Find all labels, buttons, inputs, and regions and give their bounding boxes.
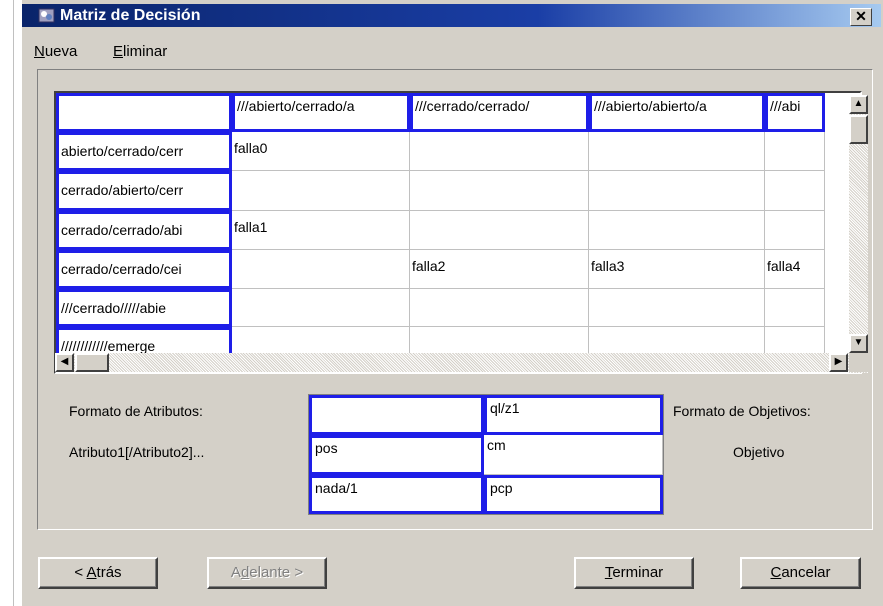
scroll-down-button[interactable]: ▼ xyxy=(849,334,868,353)
scroll-up-button[interactable]: ▲ xyxy=(849,95,868,114)
arrow-up-icon: ▲ xyxy=(853,98,864,109)
decision-matrix-grid[interactable]: ///abierto/cerrado/a///cerrado/cerrado//… xyxy=(54,91,862,374)
scrollbar-corner xyxy=(849,353,868,372)
column-header[interactable]: ///cerrado/cerrado/ xyxy=(410,93,589,132)
objectives-format-example: Objetivo xyxy=(733,444,785,460)
app-icon xyxy=(38,8,55,23)
attributes-format-label: Formato de Atributos: xyxy=(69,403,203,419)
title-bar: Matriz de Decisión ✕ xyxy=(22,4,881,27)
grid-corner-cell[interactable] xyxy=(56,93,232,132)
horizontal-scrollbar[interactable]: ◀ ▶ xyxy=(55,353,851,372)
menu-item-eliminar[interactable]: Eliminar xyxy=(113,43,167,60)
row-header[interactable]: ///cerrado/////abie xyxy=(56,289,232,327)
dialog-window: Matriz de Decisión ✕ Nueva Eliminar ///a… xyxy=(22,0,883,606)
attributes-format-example: Atributo1[/Atributo2]... xyxy=(69,444,205,460)
matrix-cell[interactable] xyxy=(232,250,410,289)
menu-bar: Nueva Eliminar xyxy=(22,27,881,65)
scroll-left-button[interactable]: ◀ xyxy=(55,353,74,372)
close-icon: ✕ xyxy=(855,8,867,24)
matrix-cell[interactable] xyxy=(589,132,765,171)
arrow-down-icon: ▼ xyxy=(853,337,864,348)
column-header[interactable]: ///abi xyxy=(765,93,825,132)
close-button[interactable]: ✕ xyxy=(850,8,872,26)
finish-button[interactable]: Terminar xyxy=(574,557,694,589)
row-header[interactable]: cerrado/abierto/cerr xyxy=(56,171,232,211)
matrix-cell[interactable] xyxy=(410,132,589,171)
matrix-cell[interactable] xyxy=(765,211,825,250)
matrix-cell[interactable] xyxy=(589,211,765,250)
arrow-left-icon: ◀ xyxy=(60,356,69,367)
matrix-cell[interactable] xyxy=(410,171,589,211)
attributes-table[interactable]: ql/z1 pos cm nada/1 pcp xyxy=(308,394,664,515)
matrix-cell[interactable]: falla0 xyxy=(232,132,410,171)
matrix-cell[interactable]: falla2 xyxy=(410,250,589,289)
matrix-cell[interactable]: falla4 xyxy=(765,250,825,289)
arrow-right-icon: ▶ xyxy=(834,356,843,367)
left-edge-strip xyxy=(0,0,14,606)
matrix-cell[interactable] xyxy=(765,171,825,211)
horizontal-scroll-thumb[interactable] xyxy=(75,353,109,372)
objectives-format-label: Formato de Objetivos: xyxy=(673,403,811,419)
row-header[interactable]: abierto/cerrado/cerr xyxy=(56,132,232,171)
menu-item-nueva[interactable]: Nueva xyxy=(34,43,77,60)
matrix-cell[interactable] xyxy=(589,289,765,327)
column-header[interactable]: ///abierto/cerrado/a xyxy=(232,93,410,132)
matrix-cell[interactable] xyxy=(232,171,410,211)
attribute-cell[interactable]: cm xyxy=(484,435,663,475)
matrix-cell[interactable]: falla3 xyxy=(589,250,765,289)
matrix-cell[interactable] xyxy=(765,132,825,171)
attribute-cell[interactable] xyxy=(309,395,484,435)
back-button[interactable]: < Atrás xyxy=(38,557,158,589)
attribute-cell[interactable]: ql/z1 xyxy=(484,395,663,435)
matrix-cell[interactable] xyxy=(410,211,589,250)
matrix-cell[interactable]: falla1 xyxy=(232,211,410,250)
row-header[interactable]: cerrado/cerrado/cei xyxy=(56,250,232,289)
vertical-scroll-thumb[interactable] xyxy=(849,115,868,144)
next-button[interactable]: Adelante > xyxy=(207,557,327,589)
attribute-cell[interactable]: nada/1 xyxy=(309,475,484,514)
attribute-cell[interactable]: pcp xyxy=(484,475,663,514)
cancel-button[interactable]: Cancelar xyxy=(740,557,861,589)
row-header[interactable]: cerrado/cerrado/abi xyxy=(56,211,232,250)
attribute-cell[interactable]: pos xyxy=(309,435,484,475)
matrix-cell[interactable] xyxy=(232,289,410,327)
vertical-scrollbar[interactable]: ▲ ▼ xyxy=(849,95,868,373)
matrix-cell[interactable] xyxy=(589,171,765,211)
scroll-right-button[interactable]: ▶ xyxy=(829,353,848,372)
matrix-cell[interactable] xyxy=(765,289,825,327)
column-header[interactable]: ///abierto/abierto/a xyxy=(589,93,765,132)
window-title: Matriz de Decisión xyxy=(60,7,201,24)
matrix-cell[interactable] xyxy=(410,289,589,327)
